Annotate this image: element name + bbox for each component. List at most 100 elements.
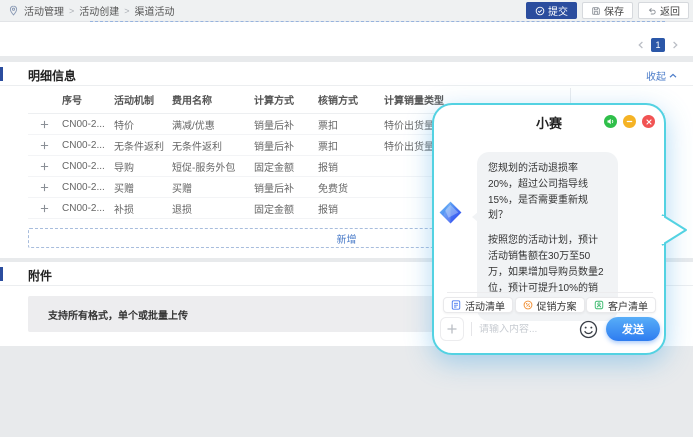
- row-mechanism: 无条件返利: [114, 138, 172, 153]
- save-label: 保存: [604, 3, 624, 18]
- topbar-actions: 提交 保存 返回: [526, 2, 689, 19]
- col-seq: 序号: [62, 92, 114, 107]
- bubble-tail: [472, 212, 478, 222]
- row-seq: CN00-2...: [62, 203, 114, 214]
- prev-page-icon[interactable]: [637, 41, 645, 49]
- back-label: 返回: [660, 3, 680, 18]
- breadcrumb-item-channel-activity: 渠道活动: [135, 3, 175, 18]
- row-verify-method: 免费货: [318, 180, 384, 195]
- row-fee-name: 满减/优惠: [172, 117, 254, 132]
- input-divider: [471, 322, 472, 336]
- quick-action-customer-list[interactable]: 客户清单: [586, 297, 656, 313]
- promo-icon: [523, 300, 533, 310]
- submit-label: 提交: [548, 3, 568, 18]
- row-fee-name: 买赠: [172, 180, 254, 195]
- submit-button[interactable]: 提交: [526, 2, 577, 19]
- expand-row-button[interactable]: [38, 202, 50, 214]
- assistant-avatar: [438, 200, 463, 225]
- row-fee-name: 无条件返利: [172, 138, 254, 153]
- chat-header: 小赛: [434, 105, 664, 137]
- row-verify-method: 票扣: [318, 117, 384, 132]
- row-mechanism: 买赠: [114, 180, 172, 195]
- row-calc-method: 固定金额: [254, 159, 318, 174]
- topbar: 活动管理 > 活动创建 > 渠道活动 提交 保存: [0, 0, 693, 22]
- col-mechanism: 活动机制: [114, 92, 172, 107]
- quick-action-label: 客户清单: [608, 298, 648, 313]
- section-accent-bar: [0, 267, 3, 281]
- chevron-up-icon: [669, 72, 677, 80]
- close-icon: [645, 118, 653, 126]
- breadcrumb-item-activity-mgmt[interactable]: 活动管理: [24, 3, 64, 18]
- attachment-section-title: 附件: [28, 267, 52, 284]
- document-icon: [451, 300, 461, 310]
- row-mechanism: 特价: [114, 117, 172, 132]
- chat-input-row: 发送: [440, 316, 660, 342]
- row-seq: CN00-2...: [62, 119, 114, 130]
- check-circle-icon: [535, 6, 545, 16]
- row-calc-method: 销量后补: [254, 180, 318, 195]
- customer-icon: [594, 300, 604, 310]
- speaker-icon: [606, 117, 615, 126]
- expand-row-button[interactable]: [38, 181, 50, 193]
- quick-actions: 活动清单 促销方案 客户清单: [443, 297, 656, 313]
- attach-plus-button[interactable]: [440, 317, 464, 341]
- assistant-message: 您规划的活动退损率20%，超过公司指导线15%，是否需要重新规划？: [488, 161, 607, 224]
- breadcrumb-separator: >: [124, 6, 129, 16]
- row-verify-method: 报销: [318, 159, 384, 174]
- plus-icon: [446, 323, 458, 335]
- row-seq: CN00-2...: [62, 140, 114, 151]
- breadcrumb-item-activity-create[interactable]: 活动创建: [79, 3, 119, 18]
- breadcrumb: 活动管理 > 活动创建 > 渠道活动: [8, 3, 175, 18]
- dashed-divider: [90, 21, 665, 22]
- save-icon: [591, 6, 601, 16]
- save-button[interactable]: 保存: [582, 2, 633, 19]
- back-button[interactable]: 返回: [638, 2, 689, 19]
- smiley-icon: [579, 320, 598, 339]
- col-calc-method: 计算方式: [254, 92, 318, 107]
- section-accent-bar: [0, 67, 3, 81]
- next-page-icon[interactable]: [671, 41, 679, 49]
- send-button[interactable]: 发送: [606, 317, 660, 341]
- row-seq: CN00-2...: [62, 161, 114, 172]
- location-pin-icon: [8, 5, 19, 16]
- row-calc-method: 销量后补: [254, 138, 318, 153]
- expand-row-button[interactable]: [38, 139, 50, 151]
- window-controls: [604, 115, 655, 128]
- sound-button[interactable]: [604, 115, 617, 128]
- row-verify-method: 报销: [318, 201, 384, 216]
- quick-action-label: 促销方案: [537, 298, 577, 313]
- close-button[interactable]: [642, 115, 655, 128]
- detail-section-title: 明细信息: [28, 67, 76, 84]
- quick-action-label: 活动清单: [465, 298, 505, 313]
- row-fee-name: 短促-服务外包: [172, 159, 254, 174]
- undo-arrow-icon: [647, 6, 657, 16]
- chat-divider: [447, 292, 653, 293]
- quick-action-activity-list[interactable]: 活动清单: [443, 297, 513, 313]
- row-calc-method: 销量后补: [254, 117, 318, 132]
- chat-message-input[interactable]: [479, 324, 575, 335]
- emoji-button[interactable]: [579, 320, 598, 339]
- upload-hint-text: 支持所有格式，单个或批量上传: [48, 307, 188, 322]
- row-mechanism: 补损: [114, 201, 172, 216]
- assistant-message-bubble: 您规划的活动退损率20%，超过公司指导线15%，是否需要重新规划？ 按照您的活动…: [477, 152, 618, 321]
- assistant-chat-panel: 小赛: [432, 103, 666, 355]
- minus-icon: [625, 117, 634, 126]
- collapsed-section-strip: 1: [0, 22, 693, 56]
- breadcrumb-separator: >: [69, 6, 74, 16]
- col-fee-name: 费用名称: [172, 92, 254, 107]
- row-calc-method: 固定金额: [254, 201, 318, 216]
- quick-action-promo-plan[interactable]: 促销方案: [515, 297, 585, 313]
- row-fee-name: 退损: [172, 201, 254, 216]
- minimize-button[interactable]: [623, 115, 636, 128]
- collapse-toggle[interactable]: 收起: [646, 68, 677, 83]
- pagination: 1: [637, 38, 679, 52]
- expand-row-button[interactable]: [38, 118, 50, 130]
- detail-section-header: 明细信息 收起: [0, 62, 693, 86]
- row-seq: CN00-2...: [62, 182, 114, 193]
- expand-row-button[interactable]: [38, 160, 50, 172]
- row-mechanism: 导购: [114, 159, 172, 174]
- row-verify-method: 票扣: [318, 138, 384, 153]
- current-page-button[interactable]: 1: [651, 38, 665, 52]
- collapse-label: 收起: [646, 68, 666, 83]
- panel-tail-pointer: [662, 213, 690, 247]
